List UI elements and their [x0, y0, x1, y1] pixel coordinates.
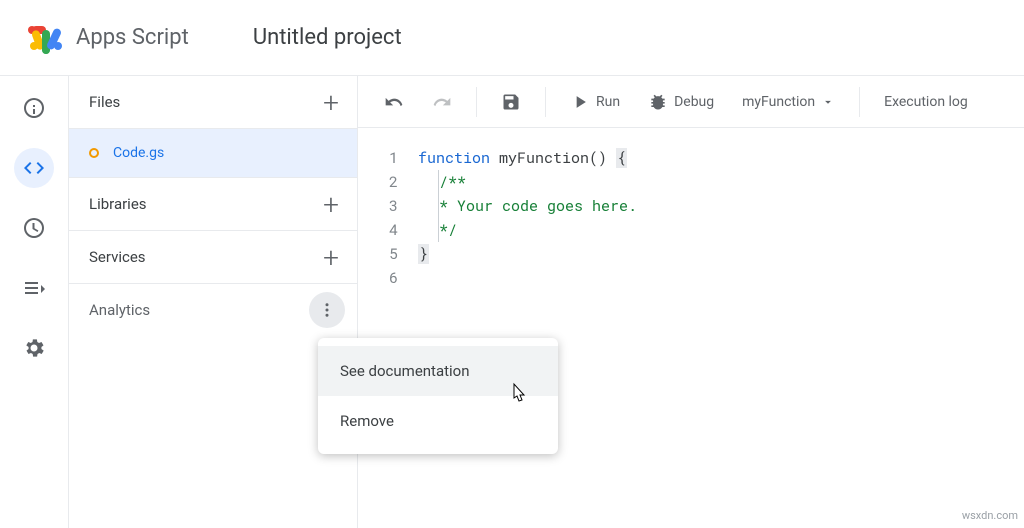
settings-icon[interactable] [14, 328, 54, 368]
debug-button[interactable]: Debug [640, 88, 722, 116]
run-button[interactable]: Run [562, 88, 628, 116]
services-label: Services [89, 248, 146, 266]
file-name: Code.gs [113, 145, 164, 161]
cursor-pointer-icon [508, 382, 528, 406]
files-label: Files [89, 93, 120, 111]
code-content: function myFunction() { /** * Your code … [418, 146, 637, 528]
editor-area: Run Debug myFunction Execution log 1 2 3… [358, 76, 1024, 528]
function-selector[interactable]: myFunction [734, 90, 843, 114]
add-service-button[interactable]: + [317, 243, 345, 271]
app-header: Apps Script Untitled project [0, 0, 1024, 76]
toolbar-separator [476, 87, 477, 117]
file-sidebar: Files + Code.gs Libraries + Services + A… [68, 76, 358, 528]
info-icon[interactable] [14, 88, 54, 128]
left-rail [0, 76, 68, 528]
redo-button[interactable] [424, 88, 460, 116]
analytics-label: Analytics [89, 301, 150, 319]
libraries-label: Libraries [89, 195, 147, 213]
undo-button[interactable] [376, 88, 412, 116]
add-library-button[interactable]: + [317, 190, 345, 218]
code-editor[interactable]: 1 2 3 4 5 6 function myFunction() { /** … [358, 128, 1024, 528]
toolbar-separator [859, 87, 860, 117]
service-row-analytics[interactable]: Analytics [69, 284, 357, 336]
add-file-button[interactable]: + [317, 88, 345, 116]
libraries-header: Libraries + [69, 178, 357, 230]
save-button[interactable] [493, 88, 529, 116]
more-options-button[interactable] [309, 292, 345, 328]
project-title[interactable]: Untitled project [253, 25, 402, 50]
apps-script-logo [24, 18, 64, 58]
toolbar-separator [545, 87, 546, 117]
chevron-down-icon [821, 95, 835, 109]
editor-icon[interactable] [14, 148, 54, 188]
files-header: Files + [69, 76, 357, 128]
main-area: Files + Code.gs Libraries + Services + A… [0, 76, 1024, 528]
watermark: wsxdn.com [962, 509, 1018, 522]
execution-log-button[interactable]: Execution log [876, 90, 976, 114]
executions-icon[interactable] [14, 268, 54, 308]
triggers-icon[interactable] [14, 208, 54, 248]
file-item-code[interactable]: Code.gs [69, 129, 357, 177]
app-name: Apps Script [76, 25, 189, 50]
services-header: Services + [69, 231, 357, 283]
editor-toolbar: Run Debug myFunction Execution log [358, 76, 1024, 128]
unsaved-indicator-icon [89, 148, 99, 158]
line-gutter: 1 2 3 4 5 6 [358, 146, 418, 528]
